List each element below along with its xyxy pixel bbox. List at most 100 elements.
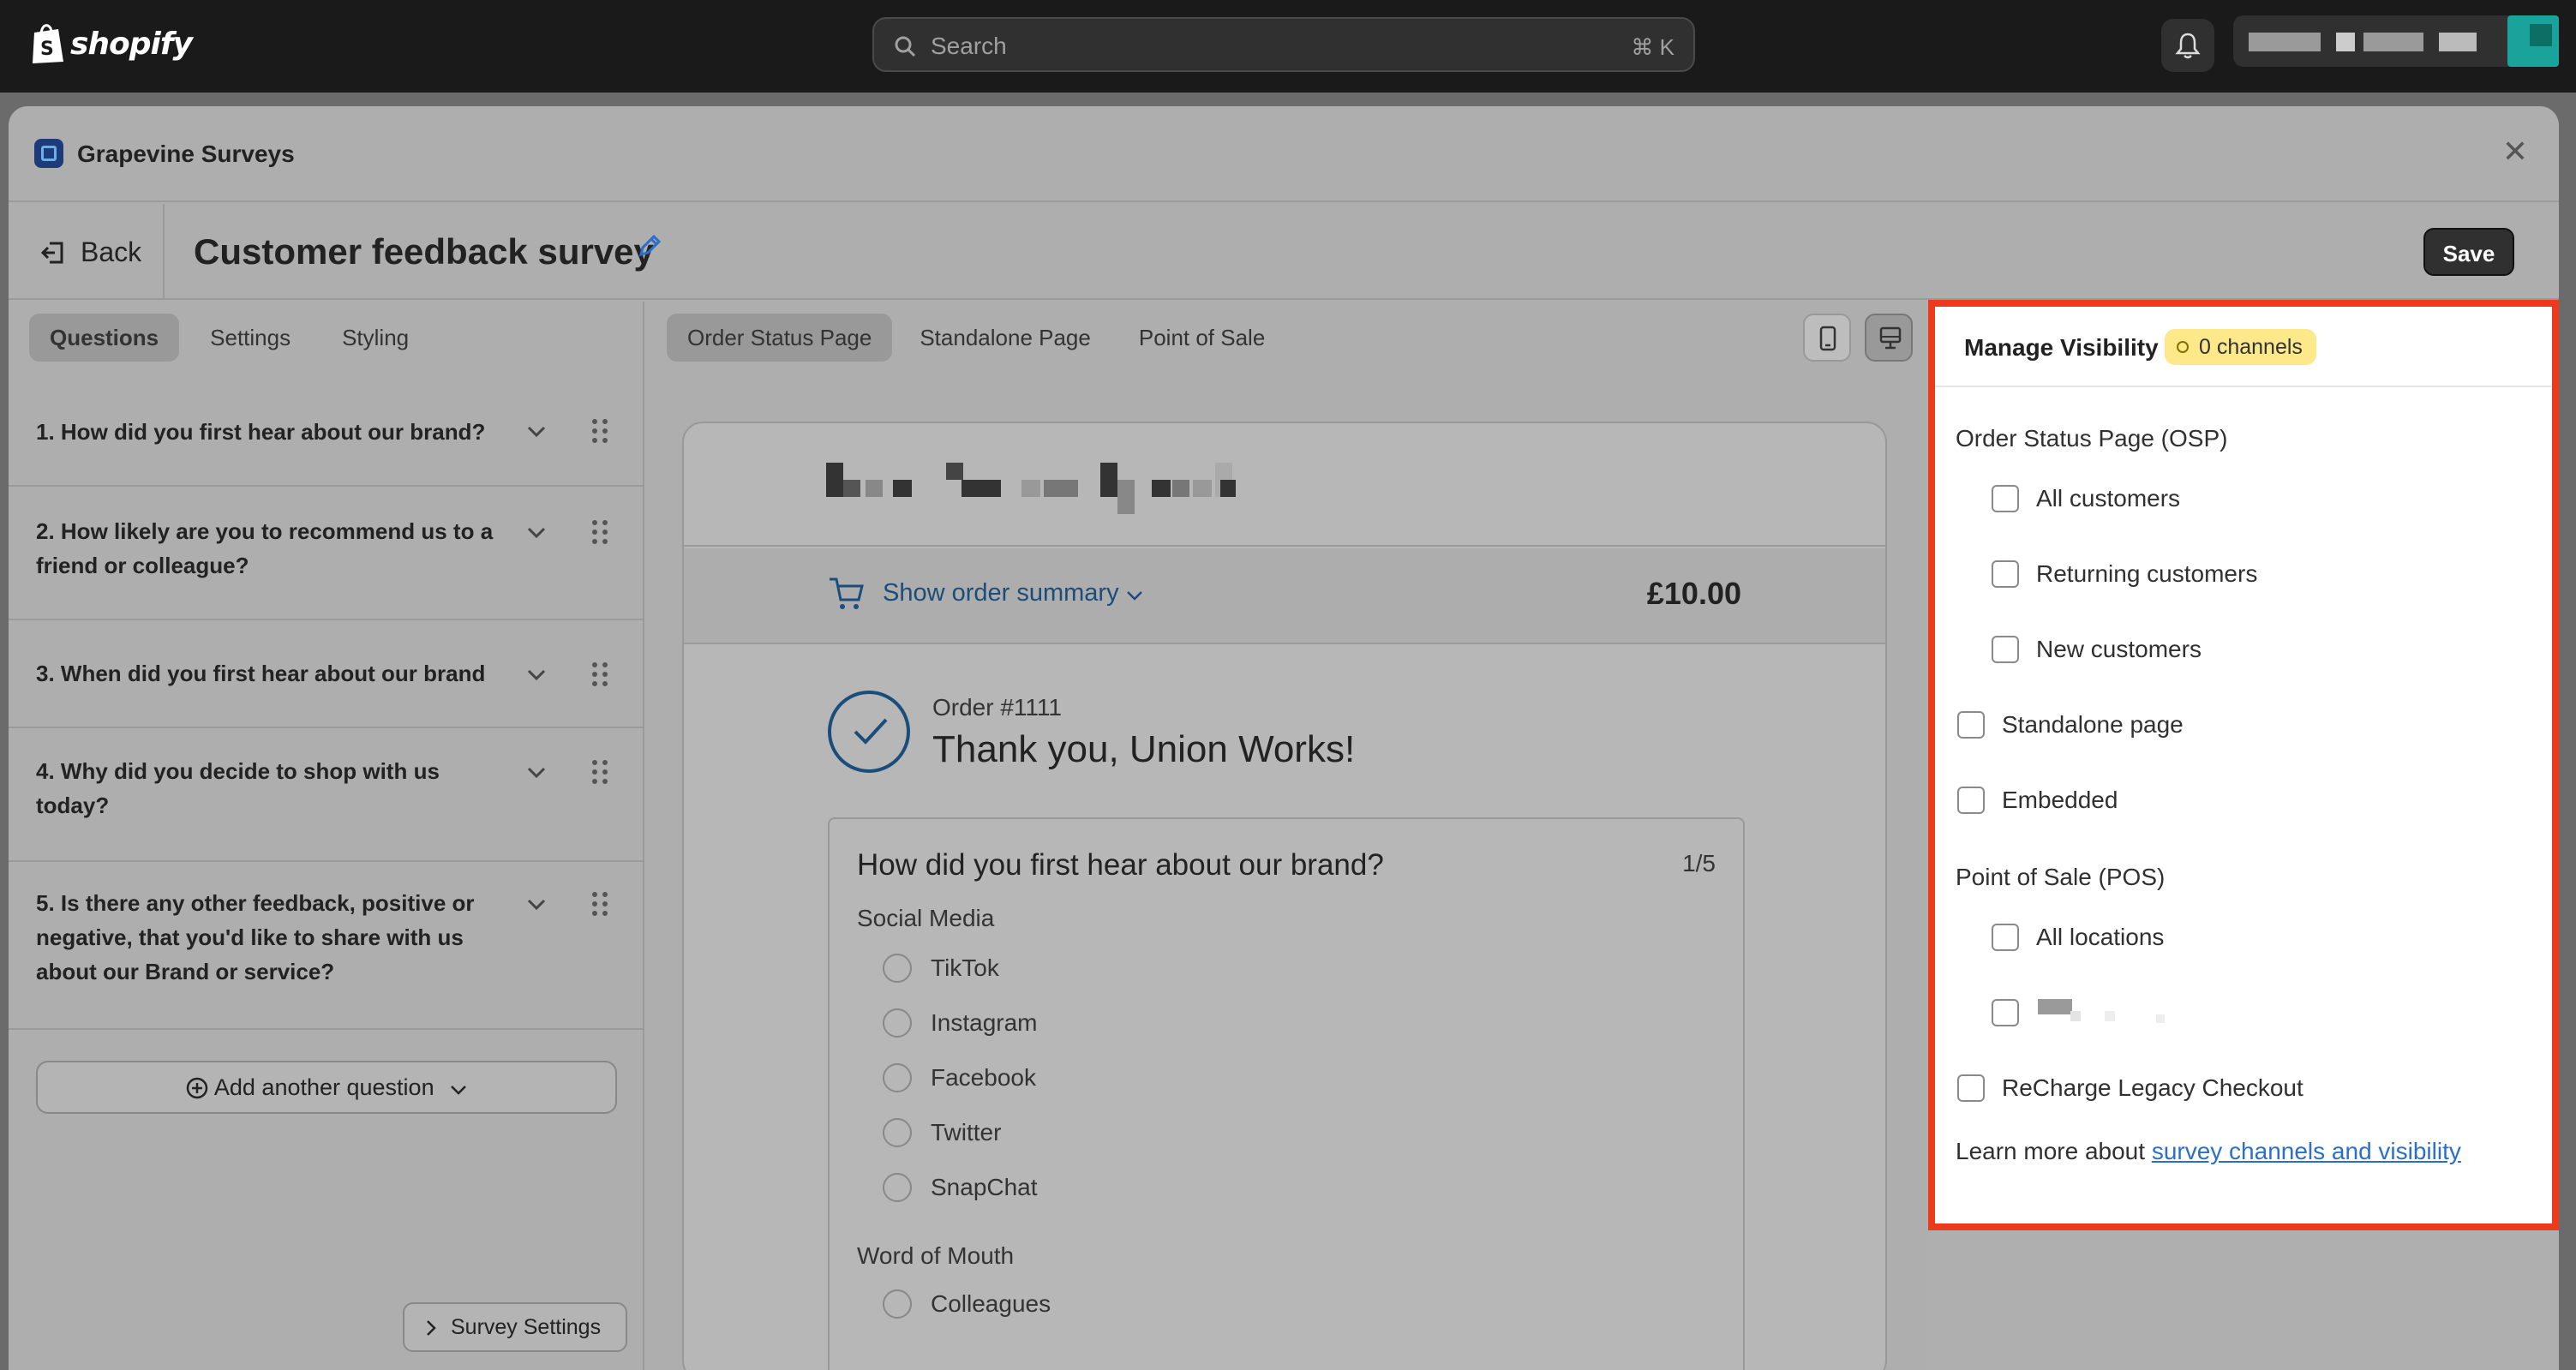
radio-option-label: Colleagues — [931, 1290, 1051, 1317]
radio-button[interactable] — [883, 1008, 912, 1038]
manage-visibility-panel: Manage Visibility 0 channels Order Statu… — [1928, 300, 2559, 1230]
admin-topbar: S shopify Search ⌘ K — [0, 0, 2576, 93]
checkout-preview: Show order summary £10.00 Order #1111 Th… — [682, 422, 1887, 1370]
drag-handle-icon[interactable] — [591, 519, 608, 545]
back-arrow-icon — [40, 242, 63, 264]
tab-standalone-page[interactable]: Standalone Page — [899, 314, 1111, 362]
question-text: 3. When did you first hear about our bra… — [36, 661, 486, 686]
shopify-wordmark: shopify — [70, 26, 193, 62]
tab-order-status-page[interactable]: Order Status Page — [667, 314, 893, 362]
search-input[interactable]: Search ⌘ K — [872, 17, 1695, 72]
drag-handle-icon[interactable] — [591, 891, 608, 917]
checkbox-label: Standalone page — [2002, 711, 2184, 738]
avatar[interactable] — [2507, 15, 2559, 67]
question-editor: Questions Settings Styling 1. How did yo… — [9, 302, 644, 1370]
add-question-button[interactable]: Add another question — [36, 1061, 617, 1114]
question-item-4[interactable]: 4. Why did you decide to shop with us to… — [9, 730, 644, 862]
chevron-down-icon[interactable] — [526, 766, 547, 780]
chevron-down-icon — [1126, 591, 1142, 601]
question-item-3[interactable]: 3. When did you first hear about our bra… — [9, 622, 644, 728]
checkbox-recharge-legacy[interactable]: ReCharge Legacy Checkout — [1957, 1074, 2303, 1102]
notifications-button[interactable] — [2161, 19, 2214, 72]
chevron-down-icon[interactable] — [526, 425, 547, 439]
back-label: Back — [81, 236, 142, 267]
checkbox-returning-customers[interactable]: Returning customers — [1992, 560, 2257, 588]
checkbox-label: All customers — [2036, 485, 2181, 512]
radio-option[interactable]: Facebook — [883, 1061, 1036, 1095]
checkbox-new-customers[interactable]: New customers — [1992, 636, 2202, 663]
tab-questions[interactable]: Questions — [29, 314, 180, 362]
question-text: 4. Why did you decide to shop with us to… — [36, 758, 440, 818]
thank-you-heading: Thank you, Union Works! — [932, 728, 1356, 770]
checkbox[interactable] — [1992, 924, 2019, 951]
store-logo-area — [684, 423, 1885, 547]
close-icon[interactable]: ✕ — [2502, 134, 2528, 170]
radio-option[interactable]: TikTok — [883, 951, 999, 985]
edit-title-icon[interactable] — [637, 233, 662, 259]
page-title: Customer feedback survey — [194, 231, 654, 272]
desktop-preview-button[interactable] — [1865, 314, 1913, 362]
search-shortcut: ⌘ K — [1631, 34, 1674, 60]
survey-header: Back Customer feedback survey Save — [9, 204, 2559, 300]
radio-option[interactable]: SnapChat — [883, 1170, 1038, 1205]
checkbox-all-customers[interactable]: All customers — [1992, 485, 2180, 512]
question-progress: 1/5 — [1682, 850, 1716, 876]
checkbox-embedded[interactable]: Embedded — [1957, 787, 2118, 814]
checkbox-label: ReCharge Legacy Checkout — [2002, 1074, 2303, 1101]
radio-option[interactable]: Colleagues — [883, 1287, 1051, 1321]
checkbox[interactable] — [1957, 1074, 1985, 1102]
checkbox[interactable] — [1957, 711, 1985, 739]
chevron-down-icon[interactable] — [526, 898, 547, 912]
status-badge: 0 channels — [2165, 329, 2316, 365]
editor-tabs: Questions Settings Styling — [29, 314, 429, 362]
survey-question-text: How did you first hear about our brand? — [857, 848, 1384, 882]
drag-handle-icon[interactable] — [591, 661, 608, 687]
question-item-2[interactable]: 2. How likely are you to recommend us to… — [9, 488, 644, 620]
grapevine-app-icon — [34, 139, 63, 168]
mobile-preview-button[interactable] — [1803, 314, 1851, 362]
checkbox[interactable] — [1992, 999, 2019, 1026]
survey-channels-link[interactable]: survey channels and visibility — [2152, 1138, 2461, 1164]
drag-handle-icon[interactable] — [591, 759, 608, 785]
radio-option-label: SnapChat — [931, 1174, 1038, 1200]
show-order-summary-link[interactable]: Show order summary — [883, 579, 1143, 607]
checkbox[interactable] — [1992, 560, 2019, 588]
radio-option[interactable]: Instagram — [883, 1006, 1038, 1040]
shopify-bag-icon: S — [33, 24, 63, 63]
question-text: 1. How did you first hear about our bran… — [36, 419, 486, 445]
radio-button[interactable] — [883, 1063, 912, 1092]
tab-settings[interactable]: Settings — [189, 314, 311, 362]
radio-button[interactable] — [883, 1289, 912, 1319]
drag-handle-icon[interactable] — [591, 418, 608, 444]
radio-button[interactable] — [883, 954, 912, 983]
save-button[interactable]: Save — [2423, 228, 2514, 276]
chevron-right-icon — [427, 1320, 436, 1336]
chevron-down-icon[interactable] — [526, 526, 547, 540]
option-group-label: Word of Mouth — [857, 1242, 1015, 1269]
question-item-5[interactable]: 5. Is there any other feedback, positive… — [9, 864, 644, 1030]
survey-question-card: How did you first hear about our brand? … — [828, 817, 1745, 1370]
radio-button[interactable] — [883, 1118, 912, 1147]
order-summary-bar[interactable]: Show order summary £10.00 — [684, 548, 1885, 644]
tab-styling[interactable]: Styling — [321, 314, 429, 362]
checkbox-label: New customers — [2036, 636, 2202, 662]
survey-settings-label: Survey Settings — [451, 1315, 602, 1339]
checkbox-label: Embedded — [2002, 787, 2118, 813]
show-summary-label: Show order summary — [883, 579, 1119, 607]
app-name: Grapevine Surveys — [77, 141, 295, 167]
checkbox[interactable] — [1992, 636, 2019, 663]
radio-button[interactable] — [883, 1173, 912, 1202]
survey-settings-button[interactable]: Survey Settings — [403, 1302, 627, 1352]
checkbox[interactable] — [1957, 787, 1985, 814]
shopify-logo[interactable]: S shopify — [29, 22, 193, 65]
checkbox[interactable] — [1992, 485, 2019, 512]
back-button[interactable]: Back — [9, 204, 165, 300]
checkbox-standalone-page[interactable]: Standalone page — [1957, 711, 2184, 739]
bell-icon — [2175, 33, 2201, 59]
radio-option[interactable]: Twitter — [883, 1116, 1001, 1150]
chevron-down-icon[interactable] — [526, 668, 547, 682]
tab-point-of-sale[interactable]: Point of Sale — [1118, 314, 1285, 362]
question-item-1[interactable]: 1. How did you first hear about our bran… — [9, 379, 644, 487]
checkbox-all-locations[interactable]: All locations — [1992, 924, 2164, 951]
checkbox-location[interactable] — [1992, 999, 2173, 1026]
